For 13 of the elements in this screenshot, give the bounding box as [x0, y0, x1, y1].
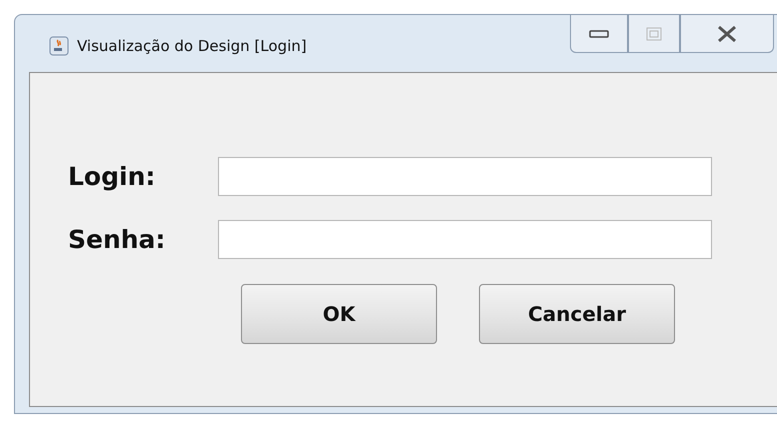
field-label: Login: — [68, 162, 156, 191]
dialog-button[interactable]: OK — [241, 284, 437, 344]
coffee-cup-icon — [49, 36, 69, 56]
field-label: Senha: — [68, 225, 166, 254]
input-field[interactable] — [218, 220, 712, 259]
close-button[interactable] — [680, 15, 774, 53]
maximize-icon — [646, 26, 662, 40]
minimize-icon — [589, 28, 609, 38]
input-field[interactable] — [218, 157, 712, 196]
dialog-button[interactable]: Cancelar — [479, 284, 675, 344]
window-title: Visualização do Design [Login] — [77, 37, 307, 55]
minimize-button[interactable] — [570, 15, 628, 53]
close-icon — [716, 24, 738, 42]
